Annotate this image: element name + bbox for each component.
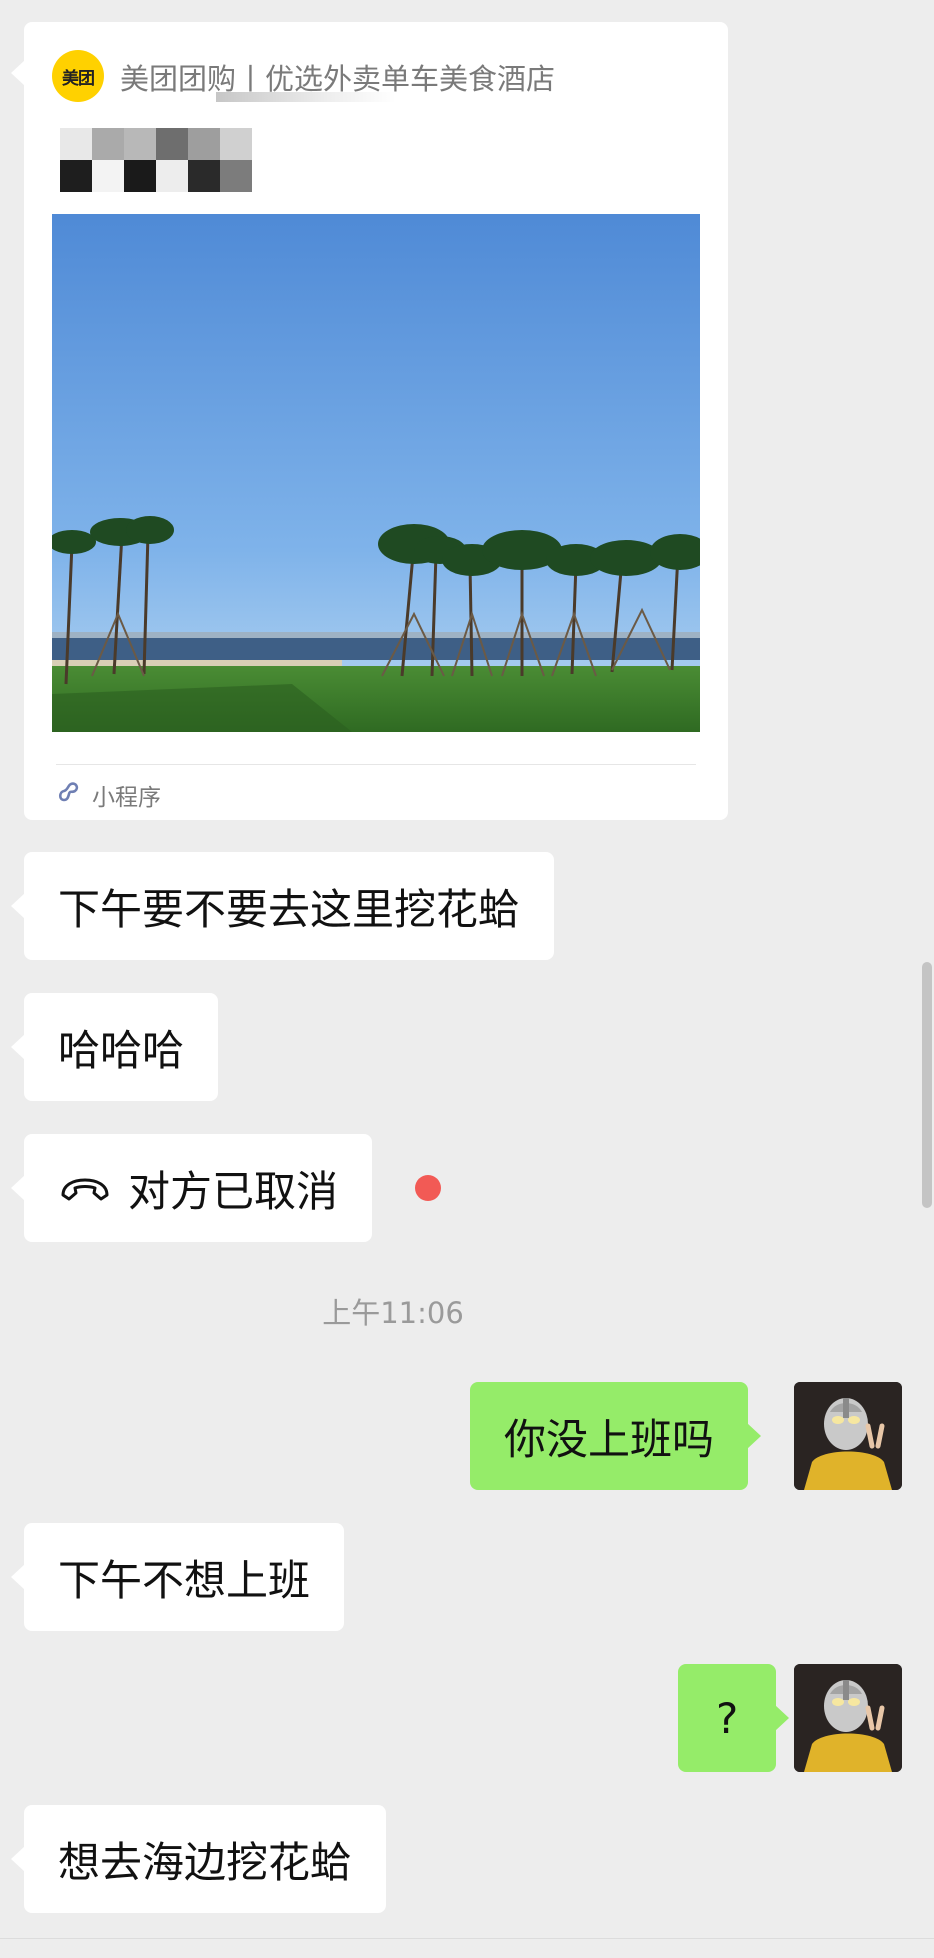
call-record-bubble[interactable]: 对方已取消	[11, 1134, 373, 1242]
message-text: 哈哈哈	[58, 1025, 185, 1075]
phone-hangup-icon	[61, 1178, 109, 1201]
message-bubble-incoming[interactable]: 想去海边挖花蛤	[11, 1805, 387, 1913]
mini-program-card[interactable]: 美团 美团团购丨优选外卖单车美食酒店 小程序	[11, 22, 728, 820]
scrollbar[interactable]	[922, 962, 932, 1208]
message-timestamp: 上午11:06	[322, 1296, 464, 1330]
message-text: 对方已取消	[128, 1166, 339, 1216]
message-bubble-incoming[interactable]: 下午不想上班	[11, 1523, 345, 1631]
message-text: ?	[716, 1693, 739, 1743]
avatar[interactable]	[794, 1382, 902, 1490]
input-area-divider	[0, 1938, 934, 1939]
message-text: 下午不想上班	[58, 1555, 311, 1605]
bubble-tail	[11, 60, 25, 86]
mini-program-label: 小程序	[92, 785, 161, 811]
message-bubble-outgoing[interactable]: ?	[678, 1664, 790, 1772]
bubble-tail	[11, 1175, 25, 1201]
mini-program-link-icon	[58, 782, 79, 802]
redacted-title	[60, 128, 252, 192]
bubble-tail	[11, 1034, 25, 1060]
message-bubble-incoming[interactable]: 哈哈哈	[11, 993, 219, 1101]
card-divider	[56, 764, 696, 765]
bubble-tail	[747, 1423, 762, 1449]
message-text: 你没上班吗	[504, 1414, 715, 1464]
message-bubble-outgoing[interactable]: 你没上班吗	[470, 1382, 762, 1490]
bubble-tail	[775, 1705, 790, 1731]
message-text: 想去海边挖花蛤	[58, 1837, 353, 1887]
card-thumbnail-image	[52, 214, 700, 732]
redaction-smear	[216, 92, 396, 102]
meituan-logo-icon: 美团	[52, 50, 104, 102]
unread-dot-icon	[415, 1175, 441, 1201]
bubble-tail	[11, 1564, 25, 1590]
avatar[interactable]	[794, 1664, 902, 1772]
message-text: 下午要不要去这里挖花蛤	[58, 884, 521, 934]
bubble-tail	[11, 893, 25, 919]
bubble-tail	[11, 1846, 25, 1872]
message-bubble-incoming[interactable]: 下午要不要去这里挖花蛤	[11, 852, 555, 960]
